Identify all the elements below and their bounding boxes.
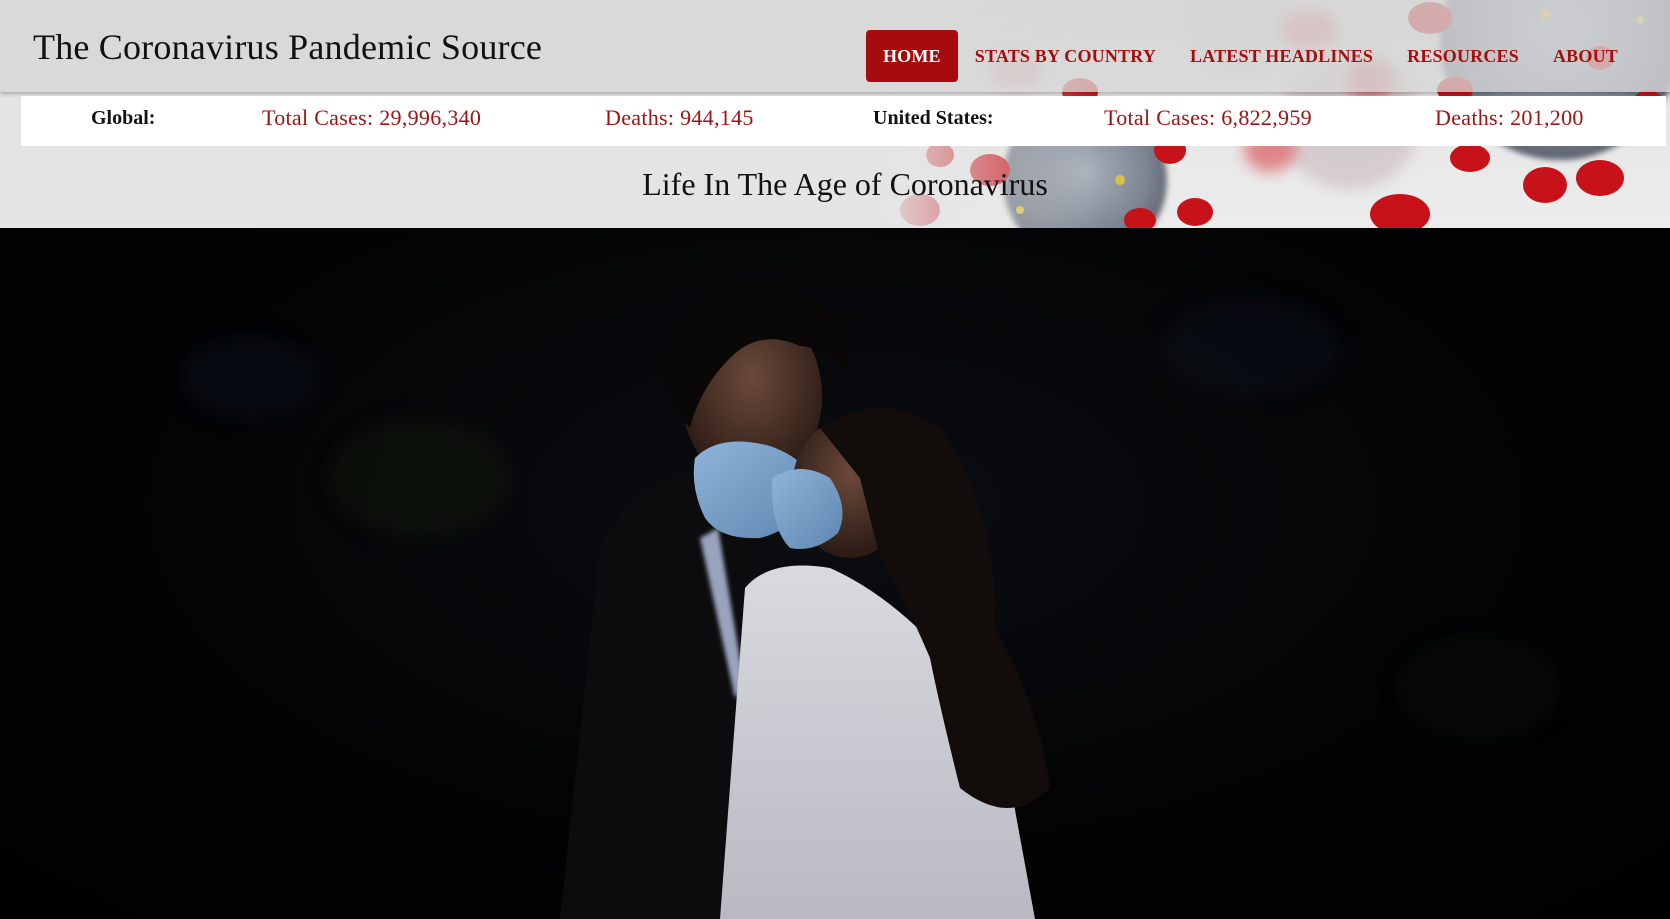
navbar: The Coronavirus Pandemic Source HOME STA…: [0, 0, 1670, 92]
us-total-cases: Total Cases: 6,822,959: [1104, 105, 1312, 130]
nav-home[interactable]: HOME: [865, 30, 958, 82]
hero-image: [0, 228, 1670, 919]
site-title[interactable]: The Coronavirus Pandemic Source: [33, 26, 542, 68]
couple-with-masks-photo: [180, 282, 1560, 919]
global-deaths: Deaths: 944,145: [605, 105, 754, 130]
nav-stats-by-country[interactable]: STATS BY COUNTRY: [958, 30, 1173, 82]
us-deaths: Deaths: 201,200: [1435, 105, 1584, 130]
global-total-cases: Total Cases: 29,996,340: [262, 105, 482, 130]
page-subtitle: Life In The Age of Coronavirus: [642, 166, 1048, 202]
page: The Coronavirus Pandemic Source HOME STA…: [0, 0, 1670, 919]
main-nav: HOME STATS BY COUNTRY LATEST HEADLINES R…: [865, 30, 1670, 82]
nav-latest-headlines[interactable]: LATEST HEADLINES: [1173, 30, 1390, 82]
nav-resources[interactable]: RESOURCES: [1390, 30, 1536, 82]
nav-about[interactable]: ABOUT: [1536, 30, 1670, 82]
header-banner: The Coronavirus Pandemic Source HOME STA…: [0, 0, 1670, 228]
stats-ticker: Global: Total Cases: 29,996,340 Deaths: …: [21, 96, 1666, 146]
global-label: Global:: [91, 107, 156, 129]
us-label: United States:: [873, 107, 994, 129]
